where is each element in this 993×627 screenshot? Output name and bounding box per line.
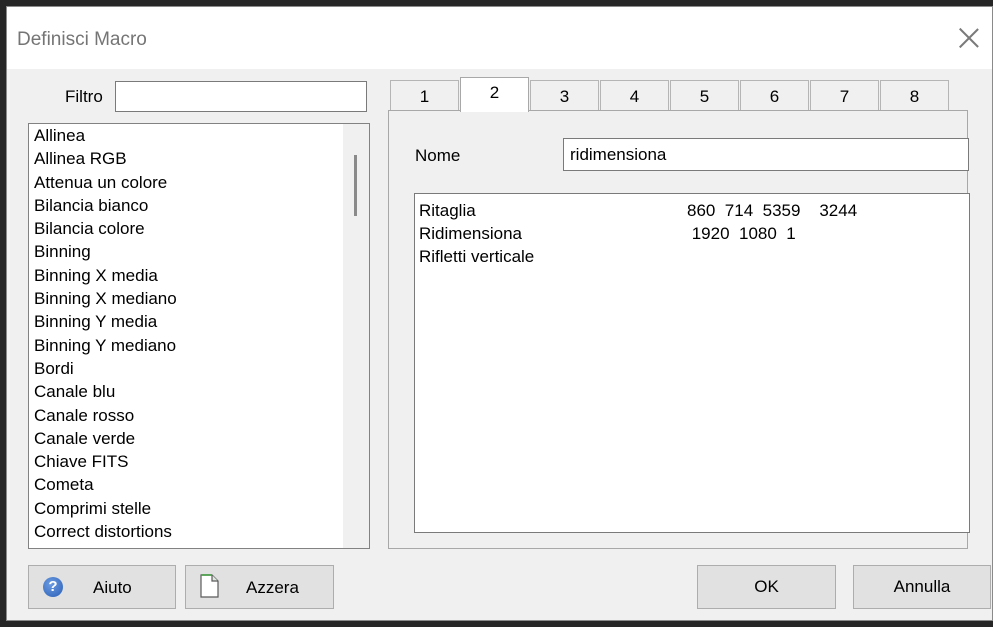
- window-title: Definisci Macro: [17, 29, 147, 50]
- tab-3[interactable]: 3: [530, 80, 599, 110]
- command-list-item[interactable]: Bordi: [29, 357, 369, 380]
- help-button-label: Aiuto: [93, 578, 132, 597]
- command-list-item[interactable]: Binning: [29, 240, 369, 263]
- command-list-item[interactable]: Binning Y mediano: [29, 334, 369, 357]
- ok-button[interactable]: OK: [697, 565, 836, 609]
- command-list[interactable]: Allinea Allinea RGB Attenua un colore Bilan…: [28, 123, 370, 549]
- command-list-item[interactable]: Canale verde: [29, 427, 369, 450]
- tab-panel: Nome Ritaglia860 714 5359 3244Ridimensio…: [388, 110, 970, 549]
- tab-7[interactable]: 7: [810, 80, 879, 110]
- command-list-item[interactable]: Attenua un colore: [29, 171, 369, 194]
- scroll-thumb[interactable]: [354, 155, 357, 216]
- close-icon[interactable]: [954, 23, 984, 53]
- macro-step[interactable]: Rifletti verticale: [415, 240, 969, 266]
- command-items: Allinea Allinea RGB Attenua un colore Bilan…: [29, 124, 369, 543]
- macro-name-input[interactable]: [563, 138, 969, 171]
- command-list-item[interactable]: Cometa: [29, 473, 369, 496]
- command-list-scrollbar[interactable]: [343, 124, 369, 548]
- tab-5[interactable]: 5: [670, 80, 739, 110]
- command-list-item[interactable]: Canale blu: [29, 380, 369, 403]
- reset-button[interactable]: Azzera: [185, 565, 334, 609]
- tab-2[interactable]: 2: [460, 77, 529, 112]
- command-list-item[interactable]: Comprimi stelle: [29, 497, 369, 520]
- command-list-item[interactable]: Bilancia bianco: [29, 194, 369, 217]
- filter-label: Filtro: [65, 87, 103, 106]
- command-list-item[interactable]: Binning X mediano: [29, 287, 369, 310]
- command-list-item[interactable]: Canale rosso: [29, 404, 369, 427]
- command-list-item[interactable]: Correct distortions: [29, 520, 369, 543]
- macro-steps-list[interactable]: Ritaglia 860 714 5359 3244 Ridimensiona 19…: [414, 193, 970, 533]
- macro-name-label: Nome: [415, 146, 461, 165]
- command-list-item[interactable]: Allinea: [29, 124, 369, 147]
- help-icon: ?: [43, 577, 63, 597]
- command-list-item[interactable]: Bilancia colore: [29, 217, 369, 240]
- macro-step[interactable]: Ridimensiona 1920 1080 1: [415, 217, 969, 243]
- command-list-item[interactable]: Binning Y media: [29, 310, 369, 333]
- command-list-item[interactable]: Binning X media: [29, 264, 369, 287]
- tab-8[interactable]: 8: [880, 80, 949, 110]
- reset-button-label: Azzera: [246, 578, 299, 597]
- help-button[interactable]: ? Aiuto: [28, 565, 176, 609]
- cancel-button[interactable]: Annulla: [853, 565, 991, 609]
- macro-step[interactable]: Ritaglia 860 714 5359 3244: [415, 194, 969, 220]
- macro-dialog: Definisci Macro Filtro Allinea Allinea RG…: [6, 6, 993, 621]
- document-icon: [200, 574, 219, 598]
- macro-step-command: Rifletti verticale: [419, 247, 535, 266]
- tab-4[interactable]: 4: [600, 80, 669, 110]
- tab-6[interactable]: 6: [740, 80, 809, 110]
- command-list-item[interactable]: Chiave FITS: [29, 450, 369, 473]
- title-bar: Definisci Macro: [7, 7, 992, 69]
- command-list-item[interactable]: Allinea RGB: [29, 147, 369, 170]
- tab-1[interactable]: 1: [390, 80, 459, 110]
- filter-input[interactable]: [115, 81, 367, 112]
